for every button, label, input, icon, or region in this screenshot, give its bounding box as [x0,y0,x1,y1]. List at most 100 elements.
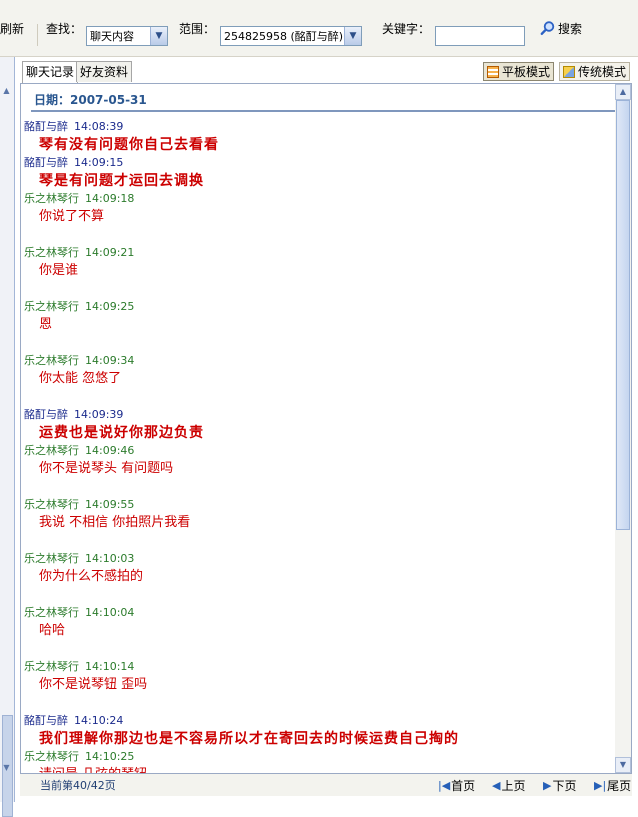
message-time: 14:09:25 [85,300,135,313]
chat-scroll-thumb[interactable] [616,100,630,530]
sender-name[interactable]: 乐之林琴行 [24,606,79,619]
sender-name[interactable]: 乐之林琴行 [24,660,79,673]
flat-mode-button[interactable]: 平板模式 [483,62,555,81]
message-text: 琴是有问题才运回去调换 [39,173,204,189]
message-header: 酩酊与醉 14:09:39 [24,406,614,424]
prev-page-button[interactable]: ◀ 上页 [492,777,525,794]
sender-name[interactable]: 酩酊与醉 [24,156,68,169]
message-time: 14:09:15 [74,156,124,169]
message-header: 乐之林琴行 14:09:46 [24,442,614,460]
last-page-button[interactable]: ▶| 尾页 [594,777,631,794]
message-header: 乐之林琴行 14:10:04 [24,604,614,622]
chat-message: 酩酊与醉 14:10:24 我们理解你那边也是不容易所以才在寄回去的时候运费自己掏的 [24,712,614,748]
find-select-value: 聊天内容 [90,30,134,43]
chat-message: 乐之林琴行 14:10:14 你不是说琴钮 歪吗 [24,658,614,712]
chat-scrollbar[interactable]: ▲ ▼ [615,84,631,773]
first-page-button[interactable]: |◀ 首页 [438,777,475,794]
find-select[interactable]: 聊天内容 ▼ [86,26,168,46]
next-page-label: 下页 [552,779,577,793]
message-text: 你是谁 [39,263,79,278]
chat-message: 乐之林琴行 14:10:25 请问是 几弦的琴钮 [24,748,614,773]
next-page-icon: ▶ [543,779,552,792]
message-text: 恩 [39,317,53,332]
message-time: 14:09:55 [85,498,135,511]
message-header: 乐之林琴行 14:09:21 [24,244,614,262]
chevron-up-icon[interactable]: ▲ [615,84,631,100]
chevron-down-icon[interactable]: ▼ [615,757,631,773]
sender-name[interactable]: 乐之林琴行 [24,552,79,565]
message-time: 14:10:04 [85,606,135,619]
next-page-button[interactable]: ▶ 下页 [543,777,576,794]
search-button[interactable]: 搜索 [540,0,582,56]
keyword-input[interactable] [435,26,525,46]
chevron-up-icon[interactable]: ▲ [1,85,12,96]
message-text: 我们理解你那边也是不容易所以才在寄回去的时候运费自己掏的 [39,731,459,747]
message-text: 哈哈 [39,623,66,638]
chevron-down-icon[interactable]: ▼ [150,27,167,45]
chevron-down-icon[interactable]: ▼ [344,27,361,45]
first-page-icon: |◀ [438,779,451,792]
message-time: 14:10:03 [85,552,135,565]
message-time: 14:09:34 [85,354,135,367]
sender-name[interactable]: 乐之林琴行 [24,354,79,367]
message-header: 乐之林琴行 14:10:25 [24,748,614,766]
sender-name[interactable]: 乐之林琴行 [24,246,79,259]
sender-name[interactable]: 酩酊与醉 [24,408,68,421]
message-text: 你为什么不感拍的 [39,569,144,584]
sender-name[interactable]: 酩酊与醉 [24,714,68,727]
range-select-value: 254825958 (酩酊与醉) [224,30,344,43]
message-header: 乐之林琴行 14:09:34 [24,352,614,370]
sender-name[interactable]: 乐之林琴行 [24,444,79,457]
message-time: 14:08:39 [74,120,124,133]
flat-mode-label: 平板模式 [502,65,551,79]
page-indicator: 当前第40/42页 [40,779,116,792]
chat-message: 乐之林琴行 14:09:18 你说了不算 [24,190,614,244]
sender-name[interactable]: 乐之林琴行 [24,750,79,763]
chat-message: 乐之林琴行 14:10:04 哈哈 [24,604,614,658]
range-select[interactable]: 254825958 (酩酊与醉) ▼ [220,26,362,46]
message-list: 酩酊与醉 14:08:39 琴有没有问题你自己去看看 酩酊与醉 14:09:15 琴是有问… [24,118,614,773]
chat-message: 酩酊与醉 14:09:15 琴是有问题才运回去调换 [24,154,614,190]
sender-name[interactable]: 乐之林琴行 [24,192,79,205]
message-time: 14:09:18 [85,192,135,205]
message-time: 14:10:25 [85,750,135,763]
message-header: 乐之林琴行 14:10:03 [24,550,614,568]
message-header: 乐之林琴行 14:10:14 [24,658,614,676]
chat-message: 乐之林琴行 14:09:55 我说 不相信 你拍照片我看 [24,496,614,550]
range-label: 范围： [179,21,216,36]
sender-name[interactable]: 酩酊与醉 [24,120,68,133]
sender-name[interactable]: 乐之林琴行 [24,498,79,511]
refresh-button[interactable]: 刷新 [0,0,24,56]
chevron-down-icon[interactable]: ▼ [1,762,12,773]
sender-name[interactable]: 乐之林琴行 [24,300,79,313]
message-header: 乐之林琴行 14:09:55 [24,496,614,514]
refresh-label: 刷新 [0,21,25,36]
toolbar: 刷新 查找： 聊天内容 ▼ 范围： 254825958 (酩酊与醉) ▼ 关键字… [0,0,638,57]
chat-message: 乐之林琴行 14:10:03 你为什么不感拍的 [24,550,614,604]
first-page-label: 首页 [451,779,476,793]
tab-chat-history[interactable]: 聊天记录 [22,61,79,83]
message-text: 你说了不算 [39,209,105,224]
prev-page-label: 上页 [501,779,526,793]
traditional-mode-icon [563,65,575,78]
message-text: 你不是说琴头 有问题吗 [39,461,174,476]
left-panel-scrollbar[interactable]: ▲ ▼ [0,57,15,817]
tab-friend-profile[interactable]: 好友资料 [76,61,133,82]
traditional-mode-button[interactable]: 传统模式 [559,62,631,81]
chat-message: 乐之林琴行 14:09:34 你太能 忽悠了 [24,352,614,406]
message-text: 琴有没有问题你自己去看看 [39,137,219,153]
message-header: 酩酊与醉 14:08:39 [24,118,614,136]
message-header: 酩酊与醉 14:09:15 [24,154,614,172]
message-text: 你不是说琴钮 歪吗 [39,677,148,692]
message-header: 酩酊与醉 14:10:24 [24,712,614,730]
last-page-icon: ▶| [594,779,607,792]
tab-label: 聊天记录 [26,65,75,79]
message-text: 请问是 几弦的琴钮 [24,766,614,773]
chat-history-panel[interactable]: 日期：2007-05-31 酩酊与醉 14:08:39 琴有没有问题你自己去看看 酩酊… [20,83,632,774]
flat-mode-icon [487,65,499,78]
message-time: 14:10:24 [74,714,124,727]
search-label: 搜索 [558,21,583,36]
tab-label: 好友资料 [80,65,129,79]
toolbar-divider [37,24,38,46]
chat-message: 酩酊与醉 14:09:39 运费也是说好你那边负责 [24,406,614,442]
